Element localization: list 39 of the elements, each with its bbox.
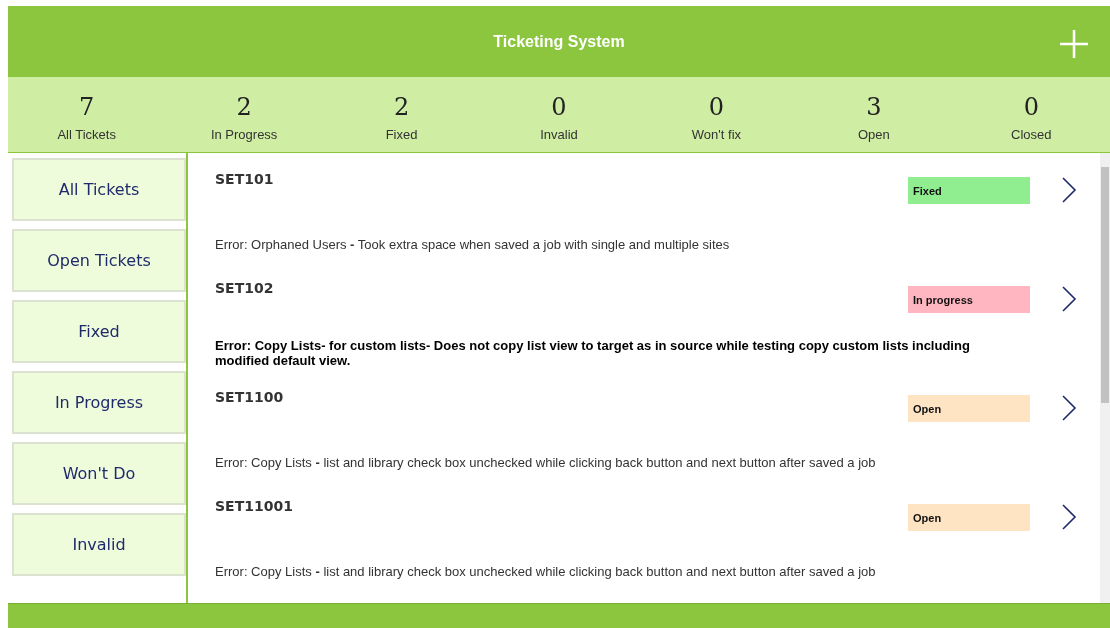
stat-count: 7 [79, 93, 95, 121]
ticket-id: SET1100 [215, 388, 285, 407]
filter-button[interactable]: Open Tickets [12, 229, 186, 292]
status-badge: Fixed [908, 177, 1030, 204]
stat-count: 2 [393, 93, 410, 121]
ticket-id: SET101 [215, 170, 275, 189]
filter-button[interactable]: In Progress [12, 371, 186, 434]
filter-button[interactable]: All Tickets [12, 158, 186, 221]
stat-count: 2 [236, 93, 252, 121]
stat-label: All Tickets [57, 127, 116, 142]
status-badge: Open [908, 504, 1030, 531]
scrollbar[interactable] [1100, 153, 1110, 603]
app-title: Ticketing System [493, 32, 625, 51]
ticket-id: SET102 [215, 279, 275, 298]
stat-label: Won't fix [691, 127, 741, 142]
filter-button[interactable]: Fixed [12, 300, 186, 363]
scrollbar-thumb[interactable] [1101, 167, 1109, 403]
stat-count: 3 [866, 93, 882, 121]
stat-label: Fixed [385, 127, 418, 142]
stat-count: 0 [708, 93, 725, 121]
status-badge: In progress [908, 286, 1030, 313]
ticket-description: Error: Copy Lists - list and library check box unchecked while clicking back button and next button after saved a job [215, 563, 877, 581]
stat-count: 0 [551, 93, 567, 121]
stat-label: Closed [1011, 127, 1052, 142]
stat-count: 0 [1023, 93, 1039, 121]
stat-label: In Progress [210, 127, 278, 142]
chevron-right-icon[interactable] [1060, 395, 1078, 421]
chevron-right-icon[interactable] [1060, 286, 1078, 312]
chevron-right-icon[interactable] [1060, 504, 1078, 530]
ticket-description: Error: Copy Lists- for custom lists- Does not copy list view to target as in source while testing copy custom lists including modified default view. [215, 338, 971, 370]
stat-label: Invalid [540, 127, 578, 142]
ticket-id: SET11001 [215, 497, 294, 516]
filter-button[interactable]: Invalid [12, 513, 186, 576]
ticket-description: Error: Copy Lists - list and library check box unchecked while clicking back button and next button after saved a job [215, 454, 877, 472]
status-badge: Open [908, 395, 1030, 422]
filter-button[interactable]: Won't Do [12, 442, 186, 505]
chevron-right-icon[interactable] [1060, 177, 1078, 203]
stat-label: Open [857, 127, 890, 142]
ticket-description: Error: Orphaned Users - Took extra space when saved a job with single and multiple sites [215, 236, 731, 254]
